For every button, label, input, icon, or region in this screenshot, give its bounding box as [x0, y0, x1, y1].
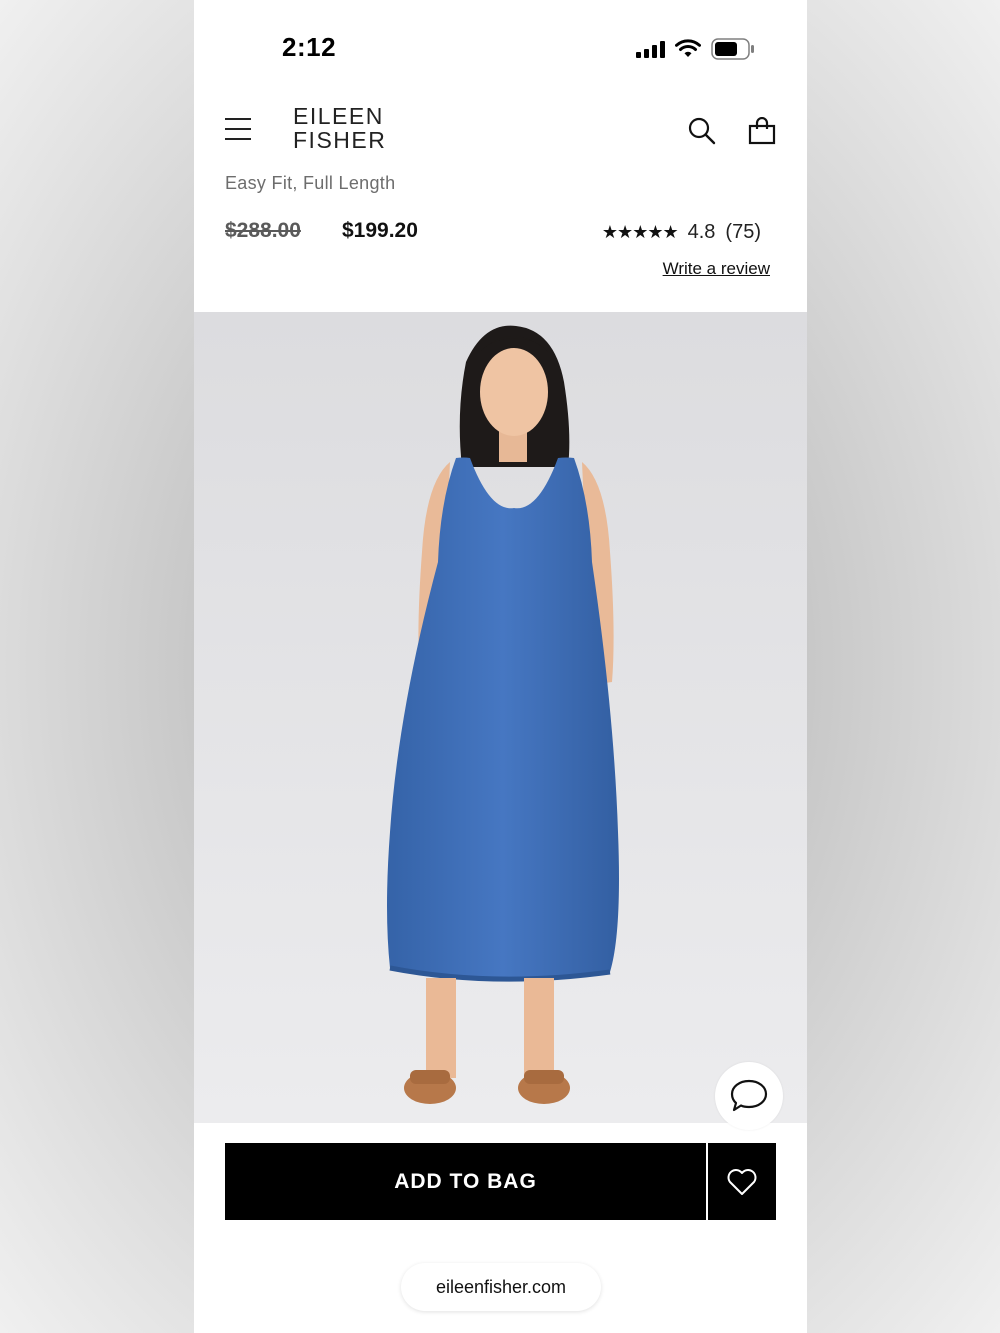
chat-bubble-icon — [730, 1079, 768, 1112]
status-icons — [635, 38, 755, 60]
write-review-link[interactable]: Write a review — [663, 259, 770, 279]
search-icon[interactable] — [688, 117, 716, 145]
model-illustration — [194, 312, 807, 1123]
shopping-bag-icon[interactable] — [748, 117, 776, 145]
sale-price: $199.20 — [342, 219, 418, 242]
original-price: $288.00 — [225, 219, 301, 242]
brand-logo[interactable]: EILEEN FISHER — [293, 104, 386, 152]
wifi-icon — [675, 39, 701, 57]
rating-summary[interactable]: ★★★★★ 4.8 (75) — [602, 221, 761, 244]
product-subtitle: Easy Fit, Full Length — [225, 173, 396, 193]
product-image[interactable] — [194, 312, 807, 1123]
chat-button[interactable] — [715, 1062, 783, 1130]
add-to-bag-button[interactable]: ADD TO BAG — [225, 1143, 706, 1220]
rating-value: 4.8 — [687, 221, 716, 243]
wishlist-button[interactable] — [708, 1143, 776, 1220]
browser-url-bar[interactable]: eileenfisher.com — [401, 1263, 601, 1311]
brand-line-2: FISHER — [293, 127, 387, 153]
heart-icon — [727, 1168, 757, 1195]
hamburger-menu-icon[interactable] — [225, 116, 251, 142]
signal-icon — [636, 41, 665, 58]
review-count: (75) — [725, 221, 761, 243]
brand-line-1: EILEEN — [293, 103, 384, 129]
battery-icon — [711, 38, 754, 60]
status-time: 2:12 — [282, 32, 337, 62]
star-rating-icon: ★★★★★ — [601, 222, 679, 243]
phone-screen: 2:12 EILEEN FISHER Easy Fit, Full Length… — [194, 0, 807, 1333]
